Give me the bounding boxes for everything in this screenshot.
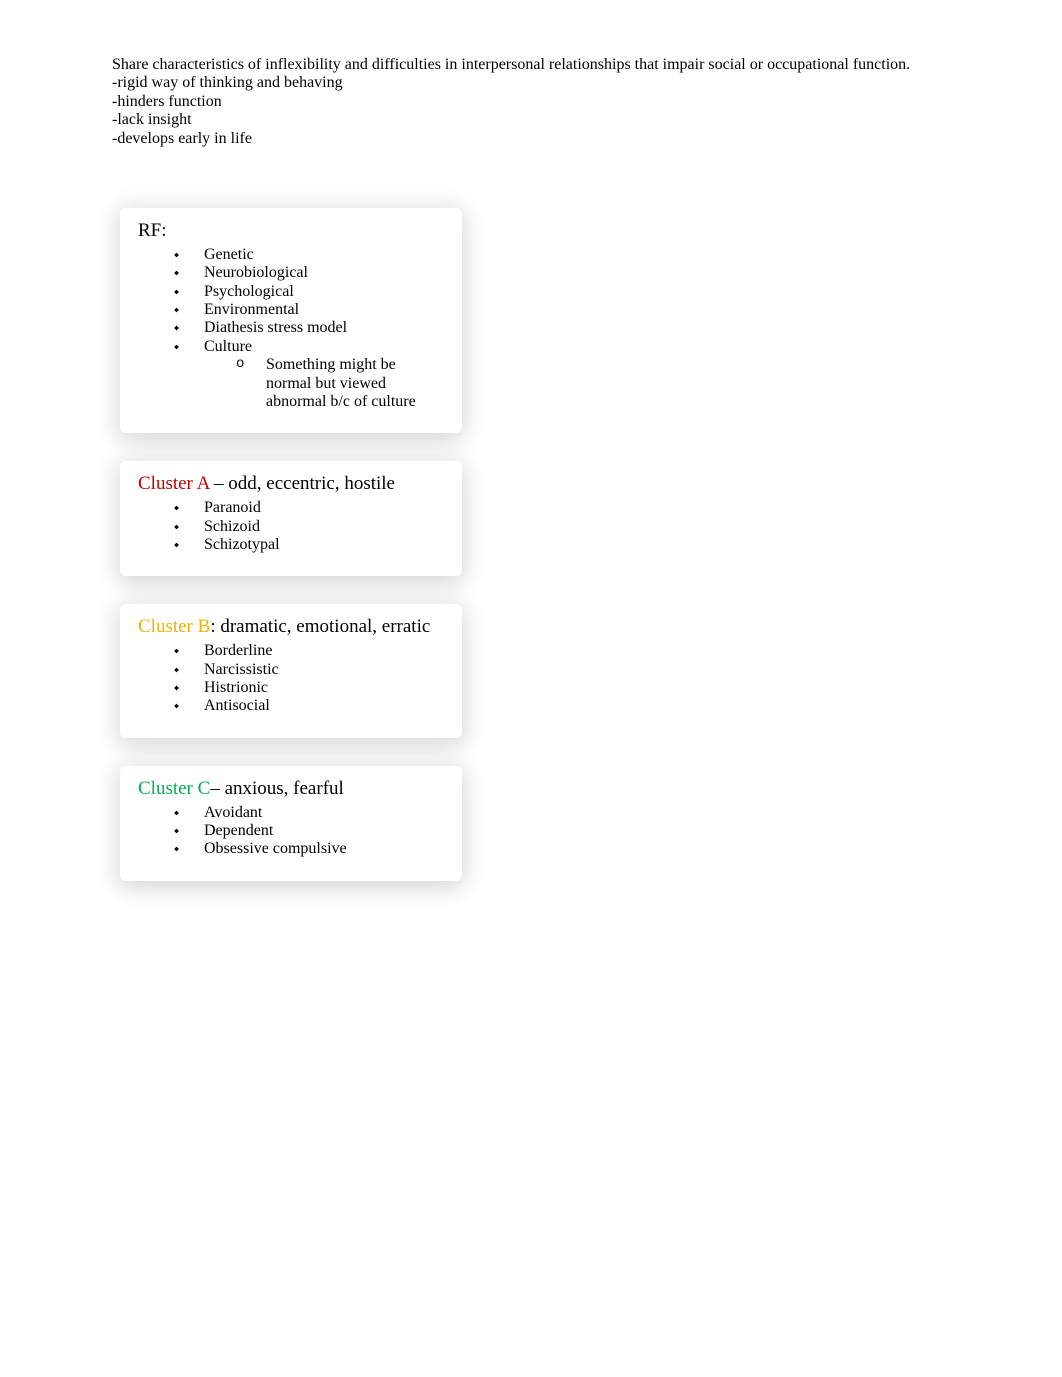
list-item-label: Avoidant xyxy=(204,804,262,821)
list-item: Histrionic xyxy=(174,679,444,697)
list-item: Diathesis stress model xyxy=(174,319,444,337)
cluster-c-card: Cluster C– anxious, fearful Avoidant Dep… xyxy=(120,766,462,881)
cluster-c-list: Avoidant Dependent Obsessive compulsive xyxy=(138,804,444,859)
list-item: Genetic xyxy=(174,246,444,264)
list-item-label: Diathesis stress model xyxy=(204,319,347,336)
cluster-c-title-desc: – anxious, fearful xyxy=(210,778,343,799)
rf-list: Genetic Neurobiological Psychological En… xyxy=(138,246,444,412)
list-item: Psychological xyxy=(174,283,444,301)
list-item-label: Narcissistic xyxy=(204,661,279,678)
list-item: Dependent xyxy=(174,822,444,840)
sublist-item: Something might be normal but viewed abn… xyxy=(236,356,444,411)
cluster-b-title-label: Cluster B xyxy=(138,616,210,637)
list-item-label: Paranoid xyxy=(204,499,261,516)
cluster-a-card: Cluster A – odd, eccentric, hostile Para… xyxy=(120,461,462,576)
rf-title: RF: xyxy=(138,220,444,242)
list-item-label: Borderline xyxy=(204,642,272,659)
list-item: Neurobiological xyxy=(174,264,444,282)
cluster-a-title: Cluster A – odd, eccentric, hostile xyxy=(138,473,444,495)
cluster-a-title-label: Cluster A xyxy=(138,473,209,494)
list-item-label: Obsessive compulsive xyxy=(204,840,347,857)
list-item-label: Schizoid xyxy=(204,518,260,535)
list-item: Culture Something might be normal but vi… xyxy=(174,338,444,412)
list-item: Schizotypal xyxy=(174,536,444,554)
rf-card: RF: Genetic Neurobiological Psychologica… xyxy=(120,208,462,433)
list-item: Narcissistic xyxy=(174,661,444,679)
cluster-a-title-desc: – odd, eccentric, hostile xyxy=(209,473,395,494)
list-item: Environmental xyxy=(174,301,444,319)
cluster-b-title-desc: : dramatic, emotional, erratic xyxy=(210,616,430,637)
rf-culture-sublist: Something might be normal but viewed abn… xyxy=(204,356,444,411)
list-item-label: Schizotypal xyxy=(204,536,280,553)
intro-line: -rigid way of thinking and behaving xyxy=(112,74,950,92)
cluster-c-title-label: Cluster C xyxy=(138,778,210,799)
list-item-label: Neurobiological xyxy=(204,264,308,281)
cluster-c-title: Cluster C– anxious, fearful xyxy=(138,778,444,800)
list-item-label: Culture xyxy=(204,338,252,355)
list-item-label: Genetic xyxy=(204,246,254,263)
list-item: Avoidant xyxy=(174,804,444,822)
list-item: Borderline xyxy=(174,642,444,660)
list-item-label: Antisocial xyxy=(204,697,270,714)
cluster-b-list: Borderline Narcissistic Histrionic Antis… xyxy=(138,642,444,716)
cluster-b-card: Cluster B: dramatic, emotional, erratic … xyxy=(120,604,462,737)
list-item: Antisocial xyxy=(174,697,444,715)
cluster-b-title: Cluster B: dramatic, emotional, erratic xyxy=(138,616,444,638)
list-item-label: Environmental xyxy=(204,301,299,318)
cluster-a-list: Paranoid Schizoid Schizotypal xyxy=(138,499,444,554)
sublist-item-label: Something might be normal but viewed abn… xyxy=(266,356,436,411)
intro-line: Share characteristics of inflexibility a… xyxy=(112,56,950,74)
list-item-label: Histrionic xyxy=(204,679,268,696)
list-item: Schizoid xyxy=(174,518,444,536)
intro-line: -develops early in life xyxy=(112,130,950,148)
list-item: Paranoid xyxy=(174,499,444,517)
intro-line: -lack insight xyxy=(112,111,950,129)
intro-block: Share characteristics of inflexibility a… xyxy=(112,56,950,148)
rf-title-label: RF: xyxy=(138,220,167,241)
list-item-label: Dependent xyxy=(204,822,273,839)
intro-line: -hinders function xyxy=(112,93,950,111)
list-item-label: Psychological xyxy=(204,283,294,300)
list-item: Obsessive compulsive xyxy=(174,840,444,858)
